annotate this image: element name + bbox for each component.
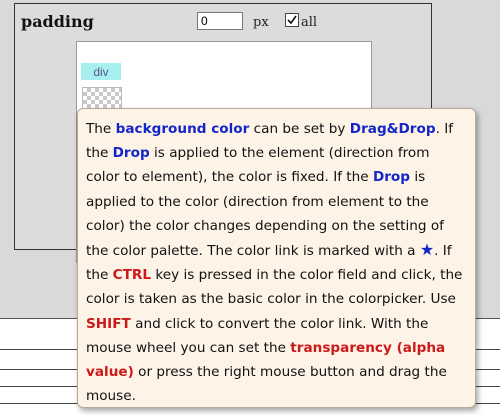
- keyword-drag-drop: Drag&Drop: [349, 121, 436, 137]
- tooltip-text: or press the right mouse button and drag…: [86, 364, 447, 405]
- element-chip-div[interactable]: div: [81, 63, 121, 80]
- keyword-ctrl: CTRL: [112, 267, 152, 284]
- unit-label: px: [253, 15, 269, 30]
- tooltip-text: can be set by: [249, 121, 350, 137]
- all-label: all: [301, 15, 318, 30]
- tooltip-text: The: [86, 121, 116, 137]
- keyword-drop: Drop: [372, 169, 410, 186]
- panel-title: padding: [21, 12, 94, 31]
- keyword-shift: SHIFT: [86, 315, 131, 332]
- keyword-background-color: background color: [115, 121, 250, 137]
- help-tooltip: The background color can be set by Drag&…: [77, 108, 476, 408]
- padding-value-input[interactable]: [197, 12, 243, 30]
- star-icon: ★: [419, 240, 435, 260]
- keyword-drop: Drop: [112, 145, 150, 162]
- checkmark-icon: [287, 15, 297, 25]
- all-checkbox[interactable]: [285, 13, 299, 27]
